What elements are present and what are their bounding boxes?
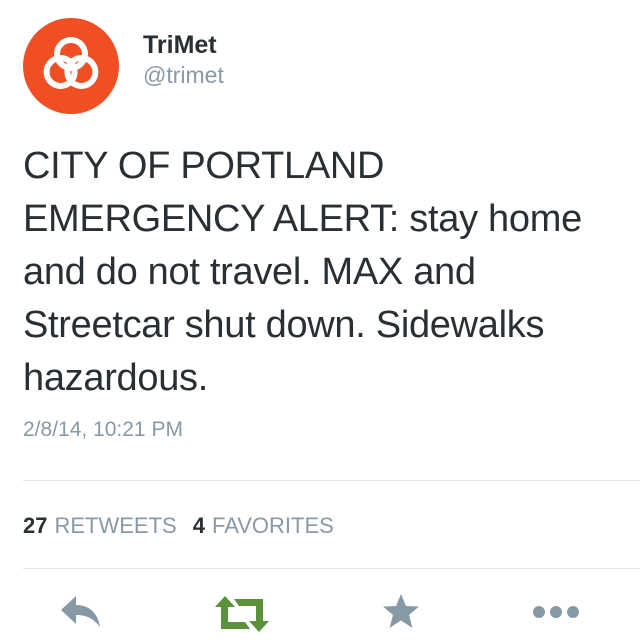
favorite-button[interactable] (381, 592, 421, 637)
tweet-timestamp: 2/8/14, 10:21 PM (23, 418, 183, 441)
tweet-stats: 27 RETWEETS 4 FAVORITES (23, 513, 350, 539)
favorites-label: FAVORITES (211, 513, 334, 538)
more-icon (533, 606, 579, 618)
retweets-stat[interactable]: 27 RETWEETS (23, 513, 177, 539)
favorites-stat[interactable]: 4 FAVORITES (193, 513, 334, 539)
more-button[interactable] (532, 605, 580, 624)
reply-button[interactable] (58, 592, 104, 637)
retweet-icon (215, 596, 269, 632)
avatar[interactable] (23, 18, 119, 114)
retweets-count: 27 (23, 513, 48, 538)
user-names: TriMet @trimet (143, 30, 224, 90)
divider (23, 480, 640, 481)
tweet-text: CITY OF PORTLAND EMERGENCY ALERT: stay h… (23, 145, 582, 399)
divider (23, 568, 640, 569)
trimet-logo-icon (43, 37, 99, 89)
tweet-header: TriMet @trimet (23, 18, 224, 114)
tweet-actions (0, 592, 640, 640)
user-name[interactable]: TriMet (143, 30, 224, 60)
favorites-count: 4 (192, 513, 205, 538)
retweets-label: RETWEETS (54, 513, 177, 538)
tweet-card: TriMet @trimet CITY OF PORTLAND EMERGENC… (0, 0, 640, 640)
reply-icon (61, 596, 100, 627)
retweet-button[interactable] (213, 594, 271, 639)
user-handle[interactable]: @trimet (143, 60, 224, 90)
star-icon (383, 594, 419, 628)
